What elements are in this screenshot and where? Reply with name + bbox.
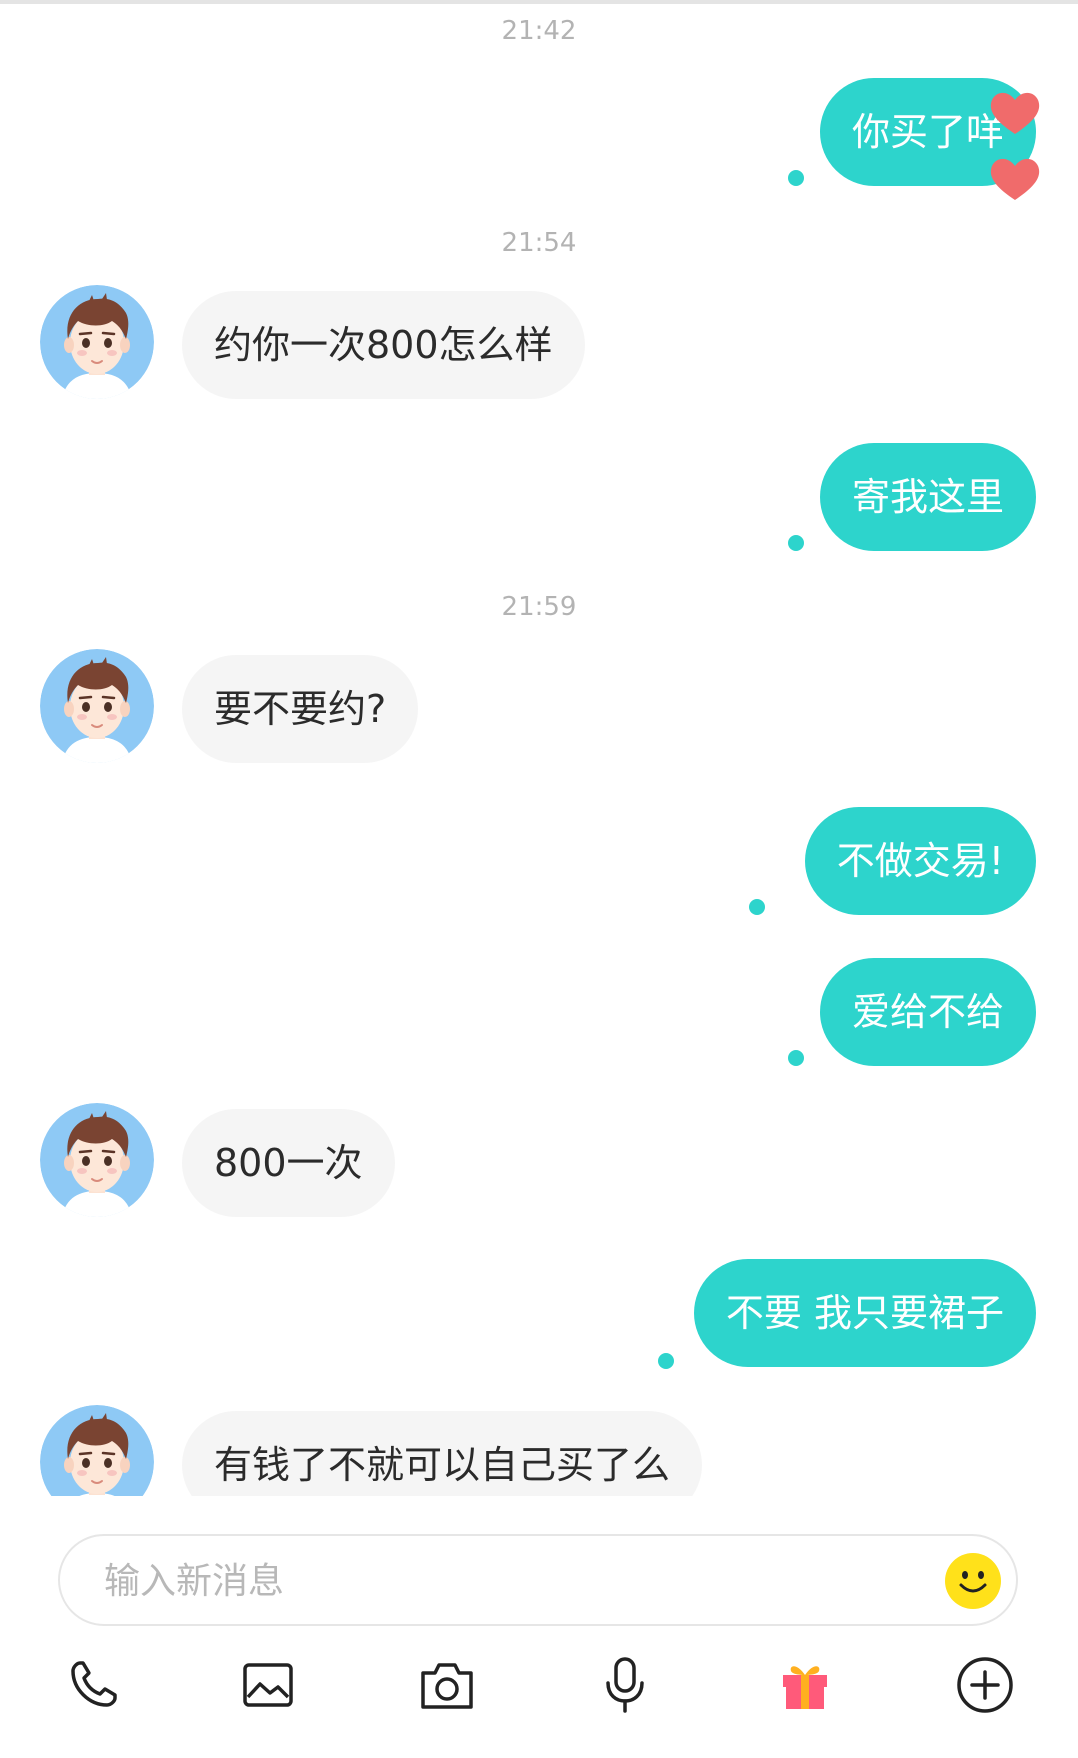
plus-circle-icon[interactable] xyxy=(950,1650,1020,1720)
timestamp: 21:59 xyxy=(501,592,577,622)
read-status-dot xyxy=(749,899,765,915)
message-bubble[interactable]: 要不要约? xyxy=(182,655,419,763)
message-bubble[interactable]: 800一次 xyxy=(182,1109,395,1217)
message-input-bar[interactable] xyxy=(58,1534,1018,1626)
message-outgoing[interactable]: 不要 我只要裙子 xyxy=(693,1259,1036,1367)
camera-icon[interactable] xyxy=(412,1650,482,1720)
message-outgoing[interactable]: 爱给不给 xyxy=(819,958,1036,1066)
phone-icon[interactable] xyxy=(58,1650,128,1720)
message-outgoing[interactable]: 寄我这里 xyxy=(819,443,1036,551)
read-status-dot xyxy=(788,170,804,186)
bottom-toolbar xyxy=(0,1650,1078,1740)
avatar[interactable] xyxy=(40,285,154,399)
microphone-icon[interactable] xyxy=(590,1650,660,1720)
avatar[interactable] xyxy=(40,649,154,763)
read-status-dot xyxy=(788,1050,804,1066)
message-outgoing[interactable]: 你买了咩 xyxy=(819,78,1036,186)
message-bubble[interactable]: 不做交易! xyxy=(804,807,1036,915)
message-input[interactable] xyxy=(104,1554,924,1608)
timestamp: 21:42 xyxy=(501,16,577,46)
read-status-dot xyxy=(788,535,804,551)
avatar[interactable] xyxy=(40,1103,154,1217)
message-bubble[interactable]: 约你一次800怎么样 xyxy=(182,291,585,399)
message-bubble[interactable]: 有钱了不就可以自己买了么 xyxy=(182,1411,703,1496)
message-bubble[interactable]: 不要 我只要裙子 xyxy=(693,1259,1036,1367)
message-bubble[interactable]: 爱给不给 xyxy=(819,958,1036,1066)
message-bubble[interactable]: 寄我这里 xyxy=(819,443,1036,551)
read-status-dot xyxy=(658,1353,674,1369)
chat-history[interactable]: 21:42 你买了咩 21:54 约你一次800怎么样 寄我这里 21:59 要… xyxy=(0,0,1078,1496)
image-icon[interactable] xyxy=(233,1650,303,1720)
message-bubble[interactable]: 你买了咩 xyxy=(819,78,1036,186)
gift-icon[interactable] xyxy=(770,1650,840,1720)
message-outgoing[interactable]: 不做交易! xyxy=(804,807,1036,915)
avatar[interactable] xyxy=(40,1405,154,1496)
emoji-icon[interactable] xyxy=(944,1552,1002,1610)
timestamp: 21:54 xyxy=(501,228,577,258)
